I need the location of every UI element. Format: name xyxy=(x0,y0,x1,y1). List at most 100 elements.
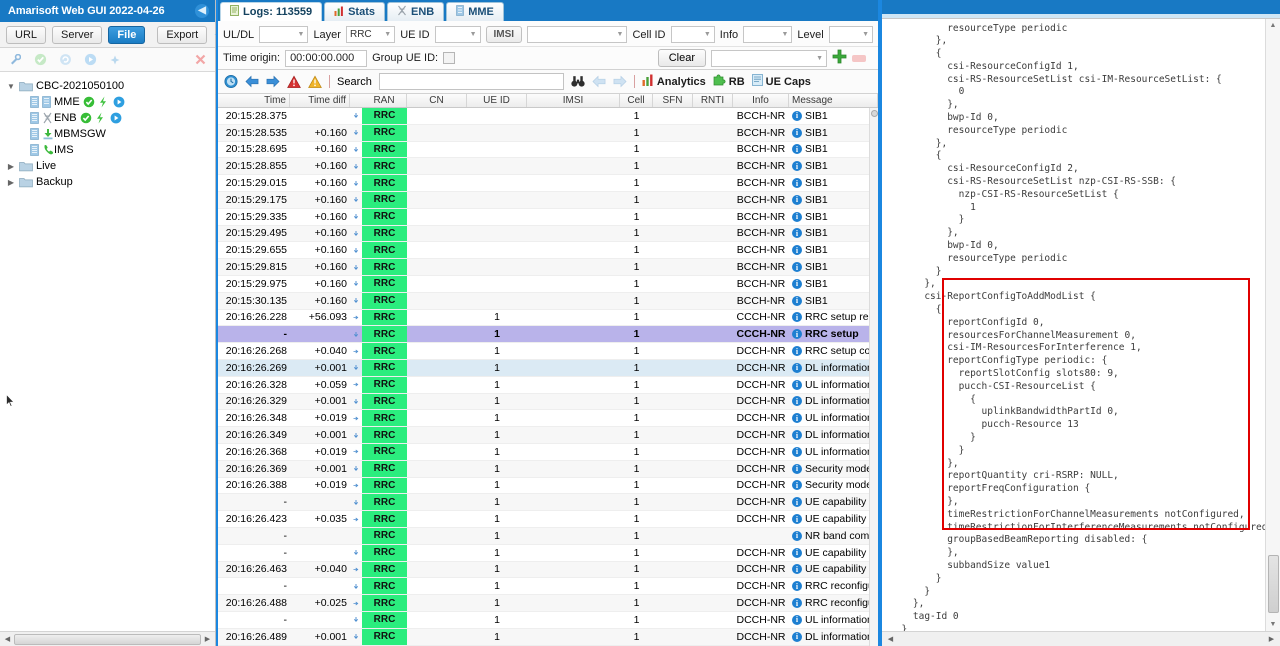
red-minus-icon[interactable] xyxy=(852,54,866,62)
table-row[interactable]: 20:16:26.348 +0.019 RRC 1 1 DCCH-NR i UL inform… xyxy=(218,410,878,428)
scroll-thumb[interactable] xyxy=(14,633,201,645)
server-button[interactable]: Server xyxy=(52,25,103,44)
arrow-right-blue-icon[interactable] xyxy=(266,75,280,89)
scroll-track[interactable] xyxy=(897,633,1265,645)
plus-small-icon[interactable] xyxy=(108,53,122,67)
table-row[interactable]: - RRC 1 1 CCCH-NR i RRC setup xyxy=(218,326,878,344)
log-table-body[interactable]: 20:15:28.375 RRC 1 BCCH-NR i SIB1 20:15:28.535… xyxy=(218,108,878,646)
chevron-left-icon[interactable]: ◀ xyxy=(195,4,209,18)
table-row[interactable]: - RRC 1 1 iNR band combinations xyxy=(218,527,878,545)
table-row[interactable]: 20:15:29.015 +0.160 RRC 1 BCCH-NR i SIB1 xyxy=(218,175,878,192)
ue-caps-button[interactable]: UE Caps xyxy=(751,74,811,89)
tree-item-mme[interactable]: MME xyxy=(6,94,215,110)
col-time[interactable]: Time xyxy=(218,94,290,107)
detail-code-viewport[interactable]: resourceType periodic }, { csi-ResourceC… xyxy=(882,19,1280,631)
level-select[interactable]: ▼ xyxy=(828,26,873,43)
detail-horizontal-scrollbar[interactable]: ◀ ▶ xyxy=(882,631,1280,646)
table-row[interactable]: 20:16:26.268 +0.040 RRC 1 1 DCCH-NR i RRC setup… xyxy=(218,343,878,360)
tree-item-enb[interactable]: ENB xyxy=(6,110,215,126)
table-row[interactable]: 20:15:28.855 +0.160 RRC 1 BCCH-NR i SIB1 xyxy=(218,158,878,176)
caret-right-icon[interactable]: ▶ xyxy=(6,162,16,171)
refresh-icon[interactable] xyxy=(58,53,72,67)
sidebar-horizontal-scrollbar[interactable]: ◀ ▶ xyxy=(0,631,215,646)
cellid-select[interactable]: ▼ xyxy=(670,26,715,43)
binoculars-icon[interactable] xyxy=(571,75,585,89)
url-button[interactable]: URL xyxy=(6,25,47,44)
ueid-select[interactable]: ▼ xyxy=(434,26,481,43)
caret-right-icon[interactable]: ▶ xyxy=(6,178,16,187)
table-row[interactable]: 20:15:29.335 +0.160 RRC 1 BCCH-NR i SIB1 xyxy=(218,208,878,226)
col-rnti[interactable]: RNTI xyxy=(693,94,733,107)
scroll-left-icon[interactable]: ◀ xyxy=(1,633,14,646)
arrow-left-blue-icon[interactable] xyxy=(245,75,259,89)
tree-item-mbmsgw[interactable]: MBMSGW xyxy=(6,126,215,142)
wrench-icon[interactable] xyxy=(8,53,22,67)
col-cn[interactable]: CN xyxy=(407,94,467,107)
search-input[interactable] xyxy=(378,73,564,90)
layer-select[interactable]: RRC ▼ xyxy=(345,26,396,43)
table-row[interactable]: 20:15:30.135 +0.160 RRC 1 BCCH-NR i SIB1 xyxy=(218,292,878,310)
col-ran[interactable]: RAN xyxy=(362,94,407,107)
close-x-icon[interactable] xyxy=(193,53,207,67)
table-row[interactable]: 20:16:26.228 +56.093 RRC 1 1 CCCH-NR i RRC setu… xyxy=(218,309,878,327)
table-row[interactable]: 20:16:26.329 +0.001 RRC 1 1 DCCH-NR i DL inform… xyxy=(218,393,878,411)
table-row[interactable]: 20:15:28.375 RRC 1 BCCH-NR i SIB1 xyxy=(218,108,878,125)
caret-up-icon[interactable]: ▲ xyxy=(1270,19,1277,32)
scroll-right-icon[interactable]: ▶ xyxy=(1265,633,1278,646)
col-message[interactable]: Message xyxy=(789,94,878,107)
table-row[interactable]: 20:15:29.655 +0.160 RRC 1 BCCH-NR i SIB1 xyxy=(218,242,878,260)
col-cell[interactable]: Cell xyxy=(620,94,653,107)
tree-item-cbc[interactable]: ▼ CBC-2021050100 xyxy=(6,78,215,94)
col-info[interactable]: Info xyxy=(733,94,789,107)
play-circle-icon[interactable] xyxy=(83,53,97,67)
table-row[interactable]: 20:15:29.815 +0.160 RRC 1 BCCH-NR i SIB1 xyxy=(218,259,878,276)
uldl-select[interactable]: ▼ xyxy=(259,26,309,43)
table-row[interactable]: 20:16:26.349 +0.001 RRC 1 1 DCCH-NR i DL inform… xyxy=(218,427,878,444)
table-row[interactable]: 20:16:26.388 +0.019 RRC 1 1 DCCH-NR i Security … xyxy=(218,477,878,495)
table-row[interactable]: 20:16:26.489 +0.001 RRC 1 1 DCCH-NR i DL inform… xyxy=(218,628,878,646)
check-circle-icon[interactable] xyxy=(33,53,47,67)
filter-value-select[interactable]: ▼ xyxy=(711,49,827,67)
arrow-right-gray-icon[interactable] xyxy=(613,75,627,89)
detail-vertical-scrollbar[interactable]: ▲ ▼ xyxy=(1265,19,1280,631)
table-row[interactable]: - RRC 1 1 DCCH-NRiUE capability enquiry xyxy=(218,544,878,562)
file-button[interactable]: File xyxy=(108,25,146,44)
table-row[interactable]: 20:15:29.495 +0.160 RRC 1 BCCH-NR i SIB1 xyxy=(218,225,878,243)
table-row[interactable]: 20:16:26.269 +0.001 RRC 1 1 DCCH-NR i DL inform… xyxy=(218,359,878,377)
export-button[interactable]: Export xyxy=(157,25,208,44)
green-plus-icon[interactable] xyxy=(832,49,847,67)
table-row[interactable]: 20:16:26.488 +0.025 RRC 1 1 DCCH-NR i RRC recon… xyxy=(218,595,878,612)
detail-scroll-thumb[interactable] xyxy=(1267,555,1279,613)
table-row[interactable]: - RRC 1 1 DCCH-NRiUL information transfer xyxy=(218,611,878,629)
tab-mme[interactable]: MME xyxy=(446,2,504,21)
tree-item-backup[interactable]: ▶ Backup xyxy=(6,174,215,190)
table-row[interactable]: 20:15:29.175 +0.160 RRC 1 BCCH-NR i SIB1 xyxy=(218,191,878,209)
rb-button[interactable]: RB xyxy=(713,74,745,89)
time-origin-input[interactable]: 00:00:00.000 xyxy=(285,49,368,67)
tree-item-ims[interactable]: IMS xyxy=(6,142,215,158)
arrow-left-gray-icon[interactable] xyxy=(592,75,606,89)
caret-down-icon[interactable]: ▼ xyxy=(1270,618,1277,631)
table-row[interactable]: 20:16:26.423 +0.035 RRC 1 1 DCCH-NR i UE capabi… xyxy=(218,511,878,528)
scroll-left-icon[interactable]: ◀ xyxy=(884,633,897,646)
col-sfn[interactable]: SFN xyxy=(653,94,693,107)
table-row[interactable]: - RRC 1 1 DCCH-NRiUE capability enquiry xyxy=(218,494,878,512)
group-ue-id-checkbox[interactable] xyxy=(443,52,456,64)
warning-triangle-icon[interactable] xyxy=(308,75,322,89)
col-timediff[interactable]: Time diff xyxy=(290,94,350,107)
imsi-button[interactable]: IMSI xyxy=(485,26,523,43)
tab-enb[interactable]: ENB xyxy=(387,2,445,21)
table-row[interactable]: 20:15:28.695 +0.160 RRC 1 BCCH-NR i SIB1 xyxy=(218,141,878,159)
caret-down-icon[interactable]: ▼ xyxy=(6,82,16,91)
table-row[interactable]: 20:16:26.463 +0.040 RRC 1 1 DCCH-NR i UE capabi… xyxy=(218,561,878,579)
scroll-handle[interactable] xyxy=(870,110,878,117)
tree-item-live[interactable]: ▶ Live xyxy=(6,158,215,174)
table-row[interactable]: 20:15:29.975 +0.160 RRC 1 BCCH-NR i SIB1 xyxy=(218,275,878,293)
col-imsi[interactable]: IMSI xyxy=(527,94,620,107)
scroll-track[interactable] xyxy=(14,633,201,645)
tab-stats[interactable]: Stats xyxy=(324,2,385,21)
tab-logs[interactable]: Logs: 113559 xyxy=(220,2,323,21)
table-row[interactable]: - RRC 1 1 DCCH-NRiRRC reconfiguration xyxy=(218,578,878,596)
info-select[interactable]: ▼ xyxy=(743,26,793,43)
table-row[interactable]: 20:15:28.535 +0.160 RRC 1 BCCH-NR i SIB1 xyxy=(218,124,878,142)
